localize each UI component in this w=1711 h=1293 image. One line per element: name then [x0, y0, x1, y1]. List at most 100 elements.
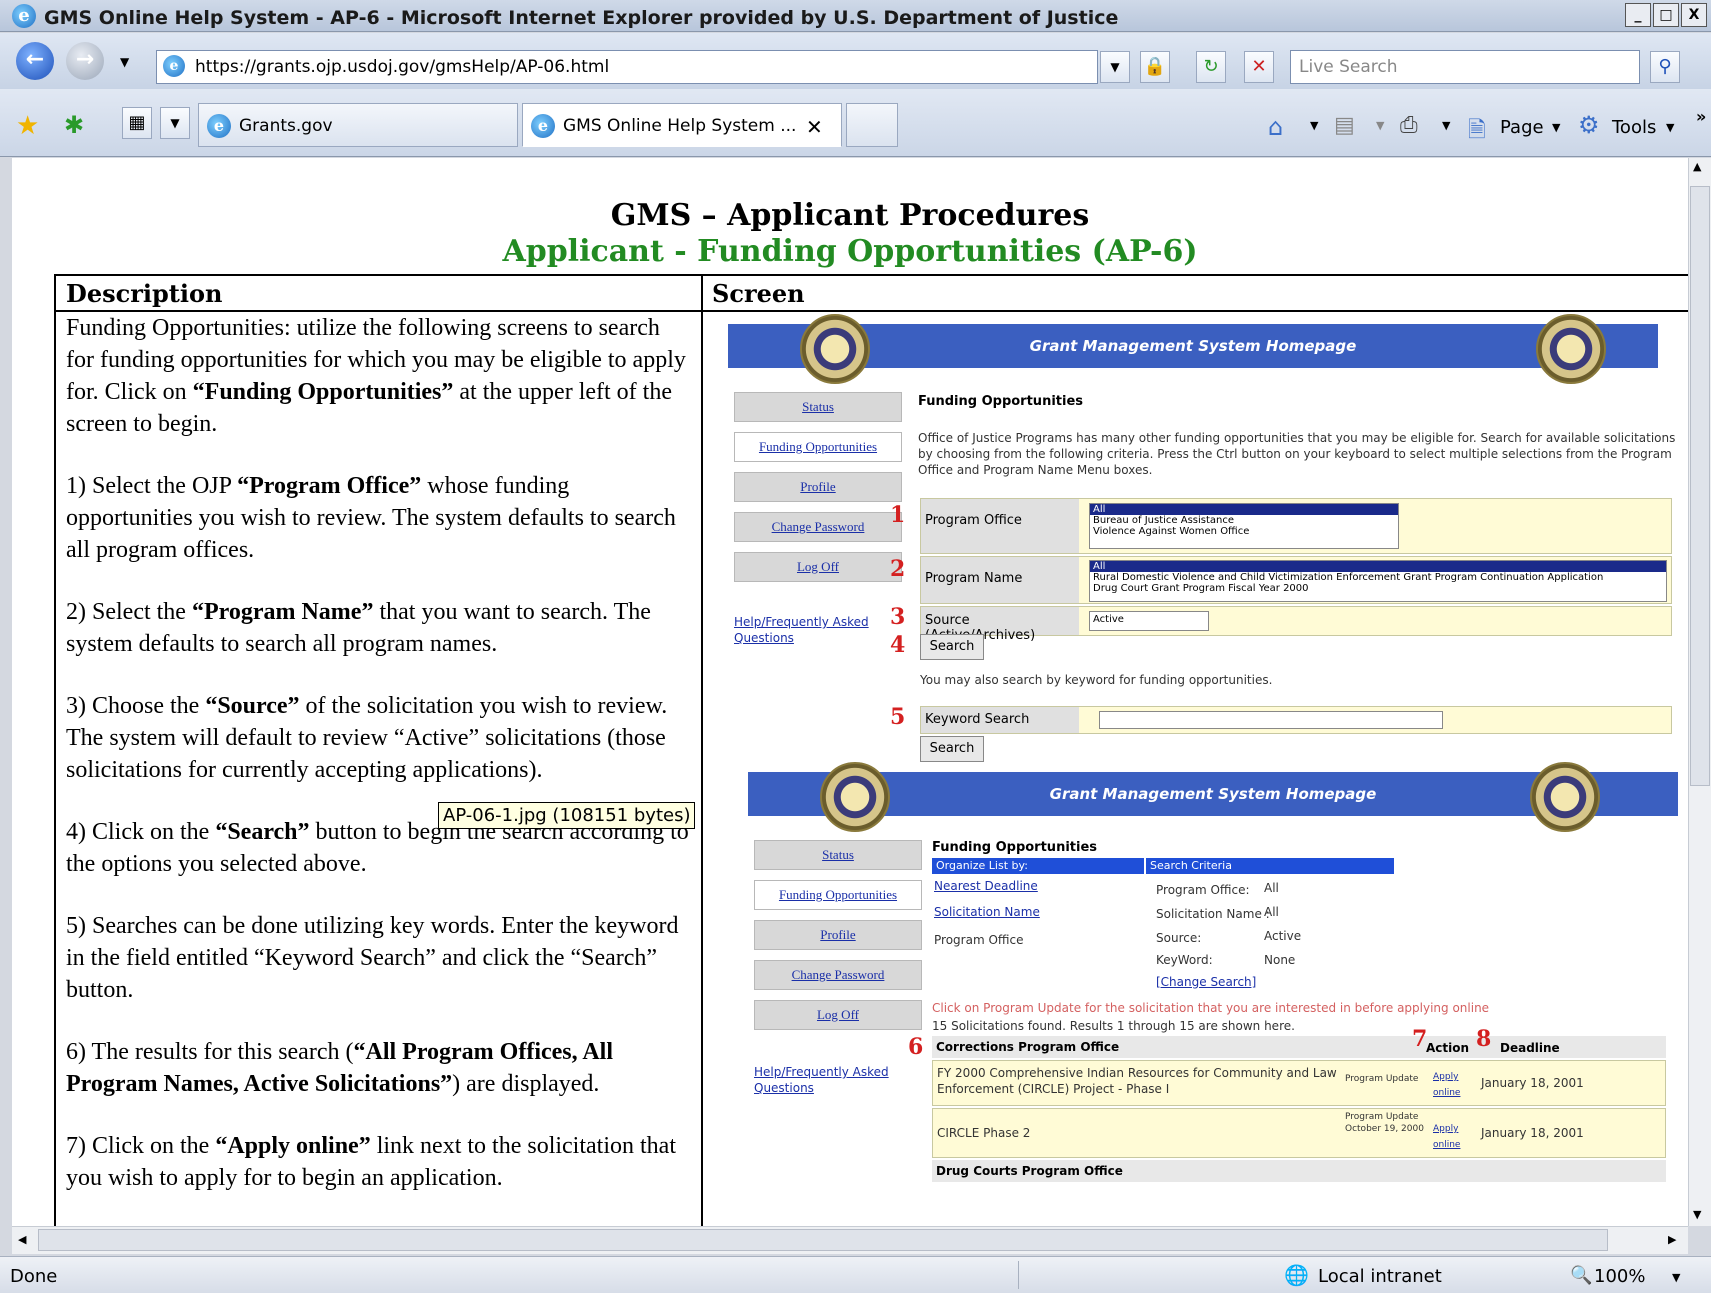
- close-window-button[interactable]: X: [1681, 3, 1707, 27]
- print-dropdown-icon[interactable]: ▼: [1442, 119, 1450, 132]
- page-menu[interactable]: Page: [1500, 117, 1544, 138]
- status-text: Done: [10, 1266, 58, 1287]
- nav-log-off[interactable]: Log Off: [754, 1000, 922, 1030]
- solicitation-name: CIRCLE Phase 2: [937, 1126, 1031, 1140]
- deadline-value: January 18, 2001: [1481, 1076, 1584, 1090]
- quick-tabs-icon[interactable]: ▦: [122, 107, 152, 139]
- page-icon[interactable]: 🗎: [1468, 113, 1486, 151]
- nav-change-password[interactable]: Change Password: [734, 512, 902, 542]
- feeds-icon[interactable]: ▤: [1334, 113, 1355, 138]
- sort-program-office[interactable]: Program Office: [934, 932, 1023, 948]
- scroll-left-icon[interactable]: ◀: [18, 1233, 26, 1246]
- help-faq-link[interactable]: Help/Frequently Asked Questions: [754, 1064, 904, 1096]
- scroll-up-icon[interactable]: ▲: [1693, 160, 1701, 173]
- close-tab-icon[interactable]: ✕: [806, 115, 823, 139]
- nav-funding-opportunities[interactable]: Funding Opportunities: [734, 432, 902, 462]
- tools-menu[interactable]: Tools: [1612, 117, 1656, 138]
- tab-bar: ★ ✱ ▦ ▼ e Grants.gov e GMS Online Help S…: [0, 89, 1711, 157]
- minimize-button[interactable]: _: [1625, 3, 1651, 27]
- paragraph-step-7: 7) Click on the “Apply online” link next…: [66, 1133, 676, 1191]
- nav-log-off[interactable]: Log Off: [734, 552, 902, 582]
- paragraph-step-6: 6) The results for this search (“All Pro…: [66, 1039, 613, 1097]
- stop-icon[interactable]: ✕: [1244, 51, 1274, 83]
- forward-button[interactable]: →: [66, 42, 104, 80]
- scroll-thumb[interactable]: [38, 1229, 1608, 1251]
- table-row: CIRCLE Phase 2 Program Update October 19…: [932, 1108, 1666, 1158]
- back-button[interactable]: ←: [16, 42, 54, 80]
- maximize-button[interactable]: □: [1653, 3, 1679, 27]
- vertical-scrollbar[interactable]: ▲ ▼: [1688, 158, 1711, 1226]
- source-row: Source (Active/Archives) Active: [920, 606, 1672, 643]
- change-search-link[interactable]: [Change Search]: [1156, 974, 1256, 990]
- tab-list-dropdown-icon[interactable]: ▼: [160, 107, 190, 139]
- program-update-note: Click on Program Update for the solicita…: [932, 1001, 1490, 1015]
- nav-profile[interactable]: Profile: [734, 472, 902, 502]
- paragraph-step-5: 5) Searches can be done utilizing key wo…: [66, 913, 679, 1003]
- callout-8: 8: [1476, 1026, 1492, 1052]
- tab-gms-help[interactable]: e GMS Online Help System ...: [522, 103, 842, 147]
- program-update-link[interactable]: Program Update October 19, 2000: [1345, 1111, 1425, 1135]
- program-name-row: Program Name All Rural Domestic Violence…: [920, 556, 1672, 604]
- title-bar: e GMS Online Help System - AP-6 - Micros…: [0, 0, 1711, 32]
- keyword-search-button[interactable]: Search: [920, 736, 984, 762]
- sort-solicitation-name[interactable]: Solicitation Name: [934, 904, 1040, 920]
- nav-status[interactable]: Status: [754, 840, 922, 870]
- screenshot-results[interactable]: Grant Management System Homepage Status …: [748, 762, 1678, 1226]
- tools-gear-icon[interactable]: ⚙: [1578, 111, 1600, 139]
- results-note: 15 Solicitations found. Results 1 throug…: [932, 1019, 1295, 1033]
- scroll-right-icon[interactable]: ▶: [1668, 1233, 1676, 1246]
- new-tab-button[interactable]: [846, 103, 898, 147]
- table-row: FY 2000 Comprehensive Indian Resources f…: [932, 1060, 1666, 1106]
- refresh-icon[interactable]: ↻: [1196, 51, 1226, 83]
- source-select[interactable]: Active: [1089, 611, 1209, 631]
- page-dropdown-icon[interactable]: ▼: [1552, 121, 1560, 134]
- zoom-level[interactable]: 100%: [1594, 1266, 1645, 1287]
- zoom-icon[interactable]: 🔍: [1570, 1265, 1592, 1286]
- program-update-link[interactable]: Program Update: [1345, 1071, 1425, 1087]
- address-dropdown-icon[interactable]: ▼: [1100, 51, 1130, 83]
- search-button[interactable]: Search: [920, 634, 984, 660]
- security-zone: Local intranet: [1318, 1266, 1442, 1287]
- apply-online-link[interactable]: Apply online: [1433, 1069, 1473, 1101]
- nav-change-password[interactable]: Change Password: [754, 960, 922, 990]
- solicitation-name: FY 2000 Comprehensive Indian Resources f…: [937, 1066, 1337, 1096]
- organize-header: Organize List by:: [932, 858, 1144, 874]
- search-icon[interactable]: ⚲: [1650, 51, 1680, 83]
- scroll-thumb[interactable]: [1690, 186, 1710, 786]
- criteria-key-source: Source:: [1156, 931, 1202, 945]
- nav-funding-opportunities[interactable]: Funding Opportunities: [754, 880, 922, 910]
- screenshot-search-form[interactable]: Grant Management System Homepage Status …: [728, 314, 1678, 762]
- nav-status[interactable]: Status: [734, 392, 902, 422]
- program-office-list[interactable]: All Bureau of Justice Assistance Violenc…: [1089, 503, 1399, 549]
- nav-profile[interactable]: Profile: [754, 920, 922, 950]
- print-icon[interactable]: ⎙: [1400, 113, 1418, 138]
- search-field[interactable]: Live Search: [1290, 50, 1640, 84]
- program-name-list[interactable]: All Rural Domestic Violence and Child Vi…: [1089, 560, 1667, 602]
- zoom-dropdown-icon[interactable]: ▼: [1672, 1271, 1680, 1284]
- keyword-input[interactable]: [1099, 711, 1443, 729]
- search-placeholder[interactable]: Live Search: [1299, 57, 1398, 77]
- tab-grants-gov[interactable]: e Grants.gov: [198, 103, 518, 147]
- address-bar[interactable]: e https://grants.ojp.usdoj.gov/gmsHelp/A…: [156, 50, 1098, 84]
- horizontal-scrollbar[interactable]: ◀ ▶: [12, 1226, 1688, 1254]
- home-icon[interactable]: ⌂: [1268, 113, 1283, 141]
- scroll-down-icon[interactable]: ▼: [1693, 1208, 1701, 1221]
- criteria-key-program-office: Program Office:: [1156, 883, 1250, 897]
- tools-dropdown-icon[interactable]: ▼: [1666, 121, 1674, 134]
- home-dropdown-icon[interactable]: ▼: [1310, 119, 1318, 132]
- apply-online-link[interactable]: Apply online: [1433, 1121, 1473, 1153]
- status-bar: Done 🌐 Local intranet 🔍 100% ▼: [0, 1256, 1711, 1293]
- feeds-dropdown-icon[interactable]: ▼: [1376, 119, 1384, 132]
- address-url[interactable]: https://grants.ojp.usdoj.gov/gmsHelp/AP-…: [195, 57, 609, 77]
- page-title: GMS – Applicant Procedures: [610, 198, 1090, 233]
- lock-icon[interactable]: 🔒: [1140, 51, 1170, 83]
- criteria-header: Search Criteria: [1146, 858, 1394, 874]
- history-dropdown-icon[interactable]: ▼: [120, 55, 129, 69]
- sort-nearest-deadline[interactable]: Nearest Deadline: [934, 878, 1038, 894]
- add-favorites-icon[interactable]: ✱: [64, 111, 84, 139]
- favorites-star-icon[interactable]: ★: [16, 111, 39, 141]
- help-faq-link[interactable]: Help/Frequently Asked Questions: [734, 614, 884, 646]
- ie-icon: e: [531, 114, 555, 138]
- funding-heading: Funding Opportunities: [918, 394, 1084, 409]
- chevron-more-icon[interactable]: »: [1696, 107, 1706, 126]
